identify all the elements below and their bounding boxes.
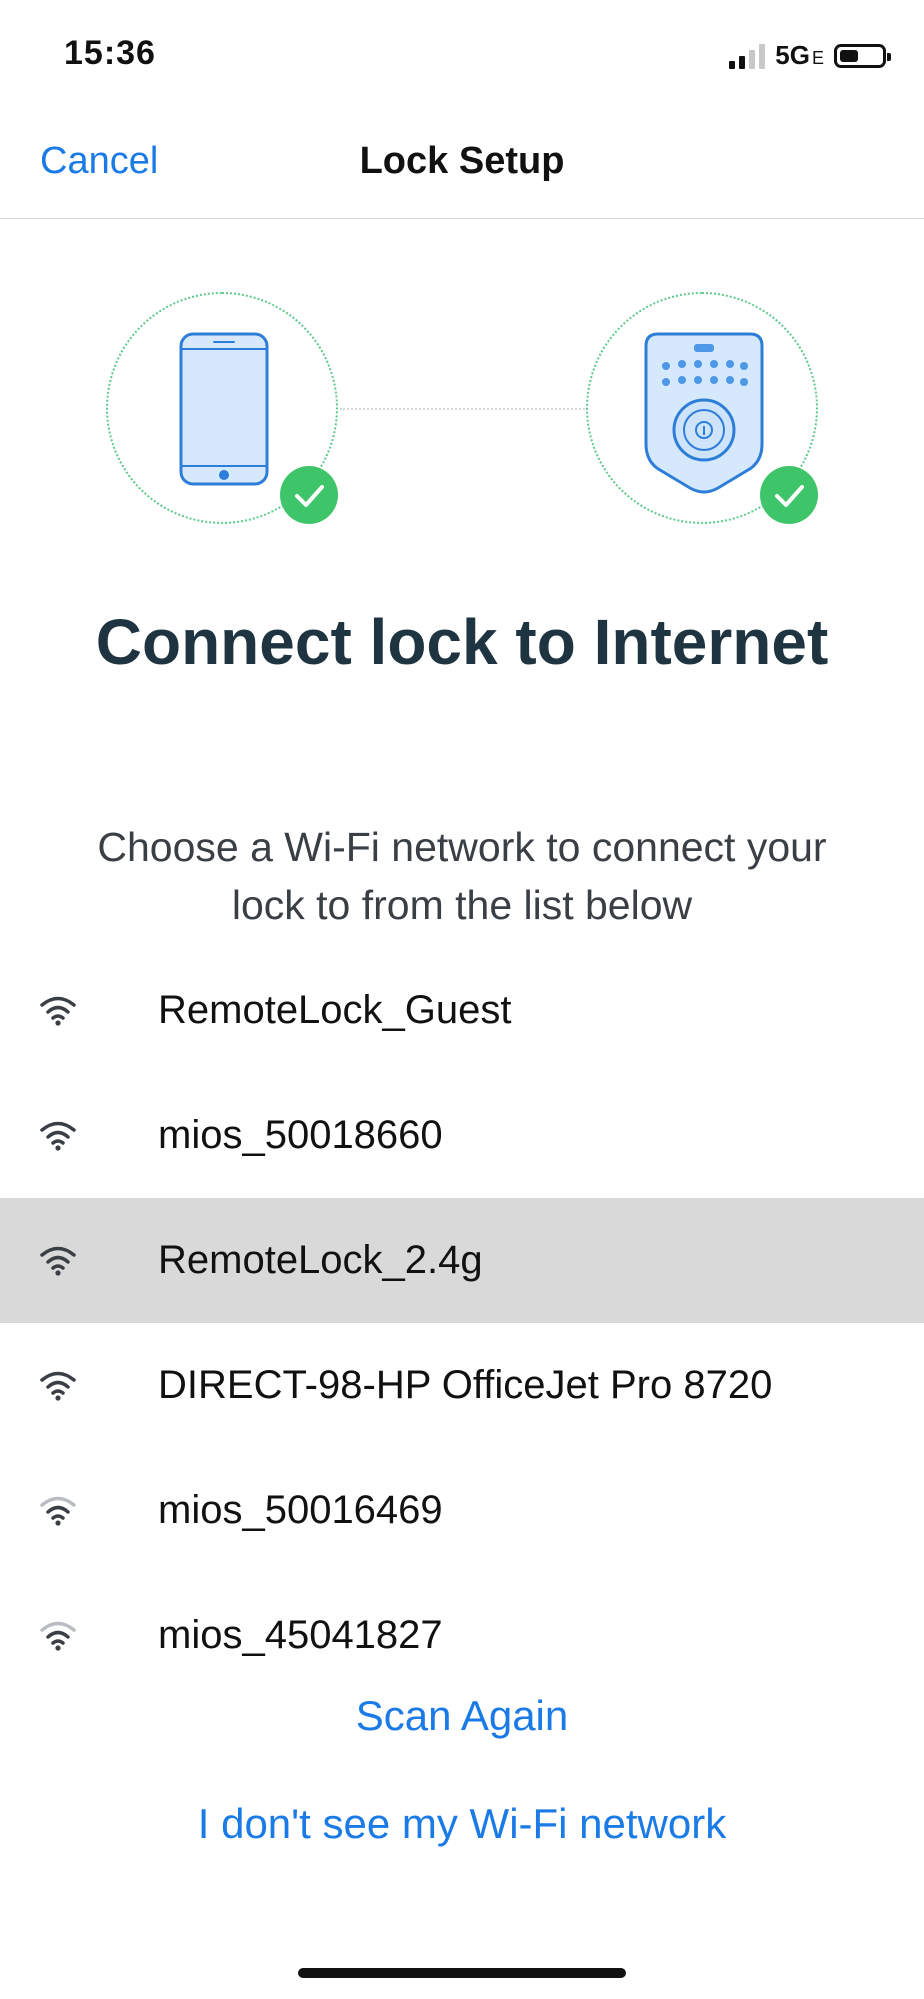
connector-line [340, 408, 588, 410]
connection-illustration [0, 290, 924, 550]
network-row[interactable]: mios_50016469 [0, 1448, 924, 1573]
home-indicator [298, 1968, 626, 1978]
network-ssid: DIRECT-98-HP OfficeJet Pro 8720 [158, 1363, 773, 1407]
wifi-signal-icon [40, 1621, 76, 1651]
network-type: 5G E [775, 40, 824, 70]
wifi-signal-icon [40, 996, 76, 1026]
battery-icon [834, 43, 891, 68]
network-row[interactable]: mios_50018660 [0, 1073, 924, 1198]
network-not-listed-link[interactable]: I don't see my Wi-Fi network [0, 1800, 924, 1848]
status-time: 15:36 [64, 34, 156, 72]
network-ssid: mios_50018660 [158, 1113, 443, 1157]
page-title: Lock Setup [359, 140, 565, 182]
wifi-signal-icon [40, 1121, 76, 1151]
network-row[interactable]: mios_45041827 [0, 1573, 924, 1698]
network-row[interactable]: RemoteLock_2.4g [0, 1198, 924, 1323]
battery-level [840, 49, 858, 62]
network-ssid: mios_50016469 [158, 1488, 443, 1532]
nav-bar: Cancel Lock Setup [0, 110, 924, 219]
status-bar: 15:36 5G E [0, 0, 924, 110]
network-row[interactable]: DIRECT-98-HP OfficeJet Pro 8720 [0, 1323, 924, 1448]
cellular-signal-icon [729, 43, 766, 69]
network-ssid: RemoteLock_Guest [158, 988, 512, 1032]
wifi-signal-icon [40, 1496, 76, 1526]
network-row[interactable]: RemoteLock_Guest [0, 948, 924, 1073]
screen-instructions: Choose a Wi-Fi network to connect your l… [97, 824, 827, 928]
wifi-signal-icon [40, 1371, 76, 1401]
wifi-signal-icon [40, 1246, 76, 1276]
network-ssid: mios_45041827 [158, 1613, 443, 1657]
wifi-network-list: RemoteLock_Guest mios_50018660 RemoteLock_… [0, 948, 924, 1698]
check-icon [280, 466, 338, 524]
status-indicators: 5G E [729, 40, 891, 71]
scan-again-button[interactable]: Scan Again [0, 1692, 924, 1740]
check-icon [760, 466, 818, 524]
screen-heading: Connect lock to Internet [95, 606, 829, 678]
network-ssid: RemoteLock_2.4g [158, 1238, 483, 1282]
